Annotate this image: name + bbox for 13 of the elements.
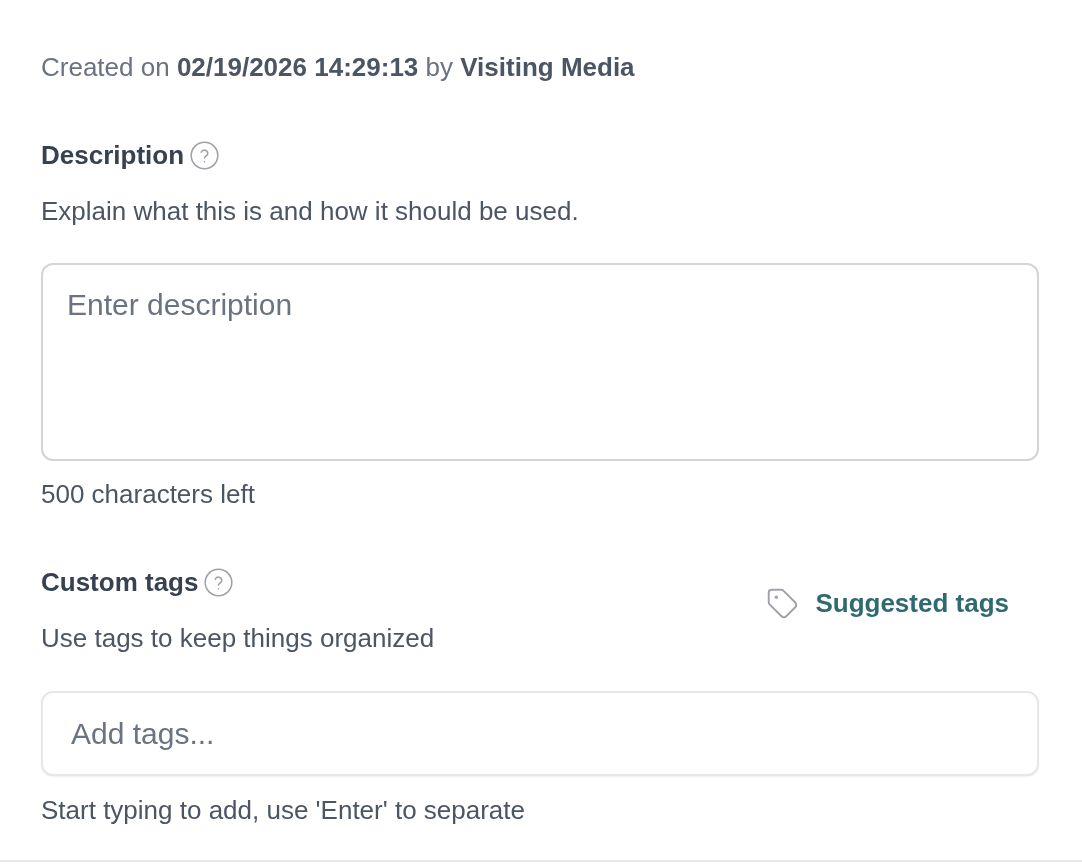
tags-input-field[interactable]: Add tags...	[41, 691, 1039, 776]
description-label: Description	[41, 139, 185, 172]
help-icon	[204, 567, 234, 597]
suggested-tags-button[interactable]: Suggested tags	[766, 585, 1009, 621]
tags-helper-text: Start typing to add, use 'Enter' to separate	[41, 794, 526, 827]
created-info: Created on 02/19/2026 14:29:13 by Visiting Media	[41, 51, 636, 84]
custom-tags-label: Custom tags	[41, 566, 199, 599]
custom-tags-hint: Use tags to keep things organized	[41, 622, 435, 655]
tag-icon	[766, 586, 800, 620]
description-hint: Explain what this is and how it should be used.	[41, 195, 580, 228]
description-field[interactable]: Enter description	[41, 263, 1039, 461]
help-icon	[190, 140, 220, 170]
character-counter: 500 characters left	[41, 478, 256, 511]
